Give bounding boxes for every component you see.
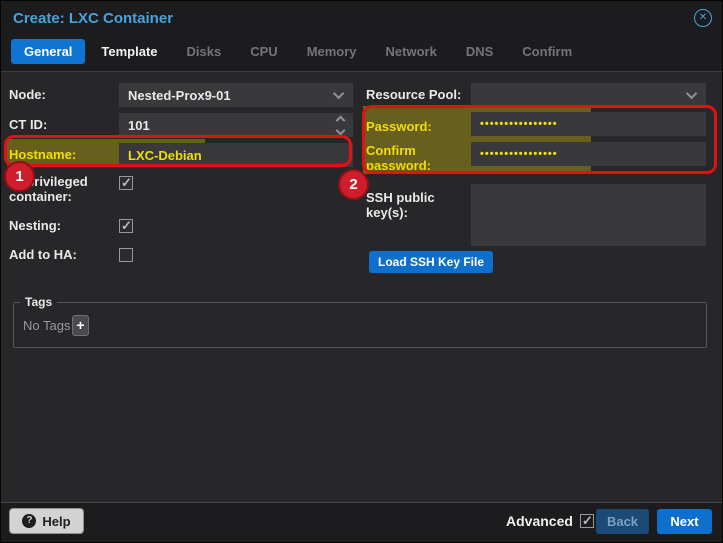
tab-memory[interactable]: Memory bbox=[294, 39, 370, 64]
hostname-label: Hostname: bbox=[9, 147, 77, 162]
advanced-label: Advanced bbox=[506, 513, 573, 529]
unprivileged-checkbox[interactable] bbox=[119, 175, 133, 191]
next-button[interactable]: Next bbox=[657, 509, 712, 534]
confirm-password-input[interactable]: •••••••••••••••• bbox=[471, 142, 706, 166]
ct-id-label: CT ID: bbox=[9, 117, 48, 132]
dialog-header: Create: LXC Container ✕ General Template… bbox=[1, 1, 722, 71]
spinner-icons[interactable] bbox=[335, 115, 346, 135]
password-label: Password: bbox=[366, 119, 432, 134]
close-icon[interactable]: ✕ bbox=[694, 9, 712, 27]
add-tag-button[interactable]: + bbox=[72, 315, 89, 336]
annotation-step-2: 2 bbox=[338, 169, 369, 200]
add-to-ha-checkbox[interactable] bbox=[119, 248, 133, 262]
tab-network[interactable]: Network bbox=[373, 39, 450, 64]
hostname-value: LXC-Debian bbox=[128, 147, 202, 163]
question-mark-icon: ? bbox=[22, 514, 37, 528]
advanced-checkbox[interactable] bbox=[579, 513, 594, 529]
load-ssh-key-button[interactable]: Load SSH Key File bbox=[369, 251, 493, 273]
nesting-label: Nesting: bbox=[9, 218, 61, 233]
help-label: Help bbox=[42, 513, 71, 529]
ct-id-value: 101 bbox=[128, 117, 150, 133]
no-tags-text: No Tags bbox=[23, 318, 71, 333]
form-body: Node: Nested-Prox9-01 CT ID: 101 Hostnam… bbox=[1, 71, 722, 504]
tab-disks[interactable]: Disks bbox=[174, 39, 235, 64]
resource-pool-label: Resource Pool: bbox=[366, 87, 462, 102]
node-dropdown[interactable]: Nested-Prox9-01 bbox=[119, 83, 353, 107]
chevron-down-icon bbox=[685, 87, 698, 100]
hostname-input[interactable]: LXC-Debian bbox=[119, 143, 353, 167]
confirm-password-label: Confirm password: bbox=[366, 143, 432, 173]
tab-cpu[interactable]: CPU bbox=[237, 39, 290, 64]
tab-dns[interactable]: DNS bbox=[453, 39, 506, 64]
tags-fieldset: Tags No Tags + bbox=[13, 295, 707, 348]
tab-general[interactable]: General bbox=[11, 39, 86, 64]
add-to-ha-label: Add to HA: bbox=[9, 247, 77, 262]
resource-pool-dropdown[interactable] bbox=[471, 83, 706, 107]
password-masked-value: •••••••••••••••• bbox=[480, 118, 558, 130]
tags-legend: Tags bbox=[20, 295, 58, 309]
ssh-keys-label: SSH public key(s): bbox=[366, 190, 435, 220]
node-label: Node: bbox=[9, 87, 46, 102]
help-button[interactable]: ? Help bbox=[9, 508, 84, 534]
advanced-toggle: Advanced bbox=[506, 513, 594, 529]
ct-id-spinner[interactable]: 101 bbox=[119, 113, 353, 137]
dialog-title: Create: LXC Container bbox=[13, 10, 174, 27]
tab-template[interactable]: Template bbox=[88, 39, 170, 64]
unprivileged-label: Unprivileged container: bbox=[9, 174, 88, 204]
dialog-footer: ? Help Advanced Back Next bbox=[1, 502, 722, 542]
password-input[interactable]: •••••••••••••••• bbox=[471, 112, 706, 136]
confirm-password-masked-value: •••••••••••••••• bbox=[480, 148, 558, 160]
node-value: Nested-Prox9-01 bbox=[128, 87, 231, 103]
tab-bar: General Template Disks CPU Memory Networ… bbox=[11, 39, 588, 64]
ssh-keys-textarea[interactable] bbox=[471, 184, 706, 246]
tab-confirm[interactable]: Confirm bbox=[509, 39, 585, 64]
back-button[interactable]: Back bbox=[596, 509, 649, 534]
create-lxc-dialog: Create: LXC Container ✕ General Template… bbox=[0, 0, 723, 543]
nesting-checkbox[interactable] bbox=[119, 218, 133, 234]
